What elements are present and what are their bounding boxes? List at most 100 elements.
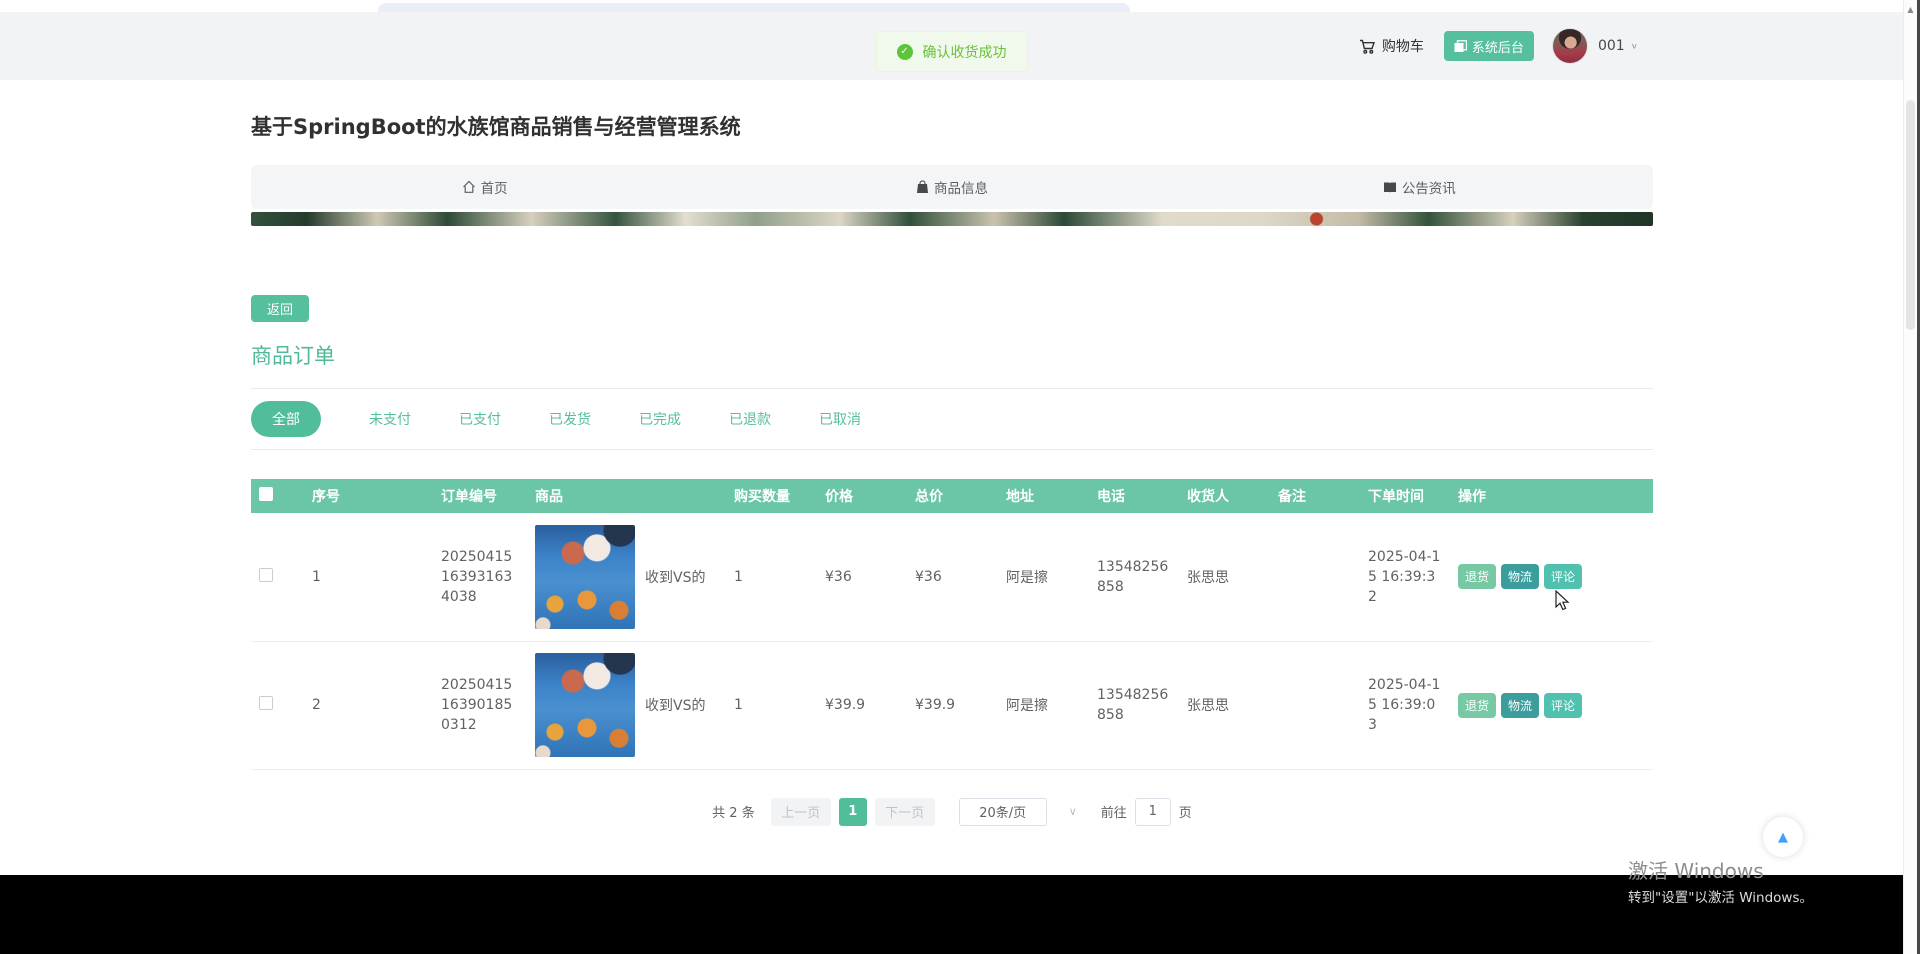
browser-tab-hint [378,3,1130,12]
cell-quantity: 1 [726,513,817,641]
chevron-down-icon[interactable]: ∨ [1069,805,1077,818]
check-circle-icon: ✓ [897,44,913,60]
col-header-price: 价格 [817,479,907,513]
tab-refunded[interactable]: 已退款 [729,409,771,429]
comment-button[interactable]: 评论 [1544,693,1582,718]
select-all-checkbox[interactable] [259,487,273,501]
orders-table: 序号 订单编号 商品 购买数量 价格 总价 地址 电话 收货人 备注 下单时间 … [251,479,1653,770]
col-header-order-no: 订单编号 [433,479,527,513]
nav-item-label: 商品信息 [934,177,988,197]
windows-watermark-line1: 激活 Windows [1628,855,1764,884]
comment-button[interactable]: 评论 [1544,564,1582,589]
tab-all[interactable]: 全部 [251,401,321,437]
mouse-cursor [1552,590,1572,612]
prev-page-button[interactable]: 上一页 [771,798,831,826]
divider [251,449,1653,450]
cell-order-no: 20250415163931634038 [433,513,527,641]
tab-unpaid[interactable]: 未支付 [369,409,411,429]
user-menu[interactable]: 001 ∨ [1598,38,1638,54]
cell-index: 1 [304,513,433,641]
cart-button[interactable]: 购物车 [1359,36,1424,56]
logistics-button[interactable]: 物流 [1501,564,1539,589]
table-row: 1 20250415163931634038 收到VS的 1 ¥36 ¥36 阿… [251,513,1653,641]
scrollbar[interactable]: ▲ [1903,0,1917,954]
cell-receiver: 张思思 [1179,513,1270,641]
cell-receiver: 张思思 [1179,641,1270,769]
logistics-button[interactable]: 物流 [1501,693,1539,718]
nav-item-label: 公告资讯 [1402,177,1456,197]
username: 001 [1598,38,1625,54]
return-goods-button[interactable]: 退货 [1458,564,1496,589]
cell-phone: 13548256858 [1089,641,1179,769]
toast-message: 确认收货成功 [923,42,1007,62]
chevron-down-icon: ∨ [1631,42,1638,51]
scrollbar-thumb[interactable] [1906,100,1915,330]
nav-item-news[interactable]: 公告资讯 [1186,177,1653,197]
home-icon [462,180,476,194]
cart-label: 购物车 [1382,36,1424,56]
table-header-row: 序号 订单编号 商品 购买数量 价格 总价 地址 电话 收货人 备注 下单时间 … [251,479,1653,513]
cell-quantity: 1 [726,641,817,769]
goto-label: 前往 [1101,802,1127,821]
cell-remark [1270,513,1360,641]
page-number-1[interactable]: 1 [839,798,867,826]
cart-icon [1359,38,1376,55]
product-image [535,653,635,757]
col-header-remark: 备注 [1270,479,1360,513]
banner-image [251,212,1653,226]
header-bar: ✓ 确认收货成功 购物车 系统后台 001 [0,12,1903,80]
system-backend-label: 系统后台 [1472,37,1524,56]
col-header-product: 商品 [527,479,726,513]
col-header-index: 序号 [304,479,433,513]
system-backend-button[interactable]: 系统后台 [1444,31,1534,61]
col-header-total: 总价 [907,479,998,513]
page-size-select[interactable]: 20条/页 [959,798,1047,826]
order-status-tabs: 全部 未支付 已支付 已发货 已完成 已退款 已取消 [251,389,1653,449]
success-toast: ✓ 确认收货成功 [876,31,1028,72]
news-icon [1383,181,1397,194]
tab-paid[interactable]: 已支付 [459,409,501,429]
section-title: 商品订单 [251,343,1653,369]
row-checkbox[interactable] [259,568,273,582]
tab-completed[interactable]: 已完成 [639,409,681,429]
main-nav: 首页 商品信息 公告资讯 [251,165,1653,209]
col-header-phone: 电话 [1089,479,1179,513]
cell-price: ¥36 [817,513,907,641]
scrollbar-up-icon[interactable]: ▲ [1904,0,1917,14]
goto-page-input[interactable] [1135,798,1171,826]
col-header-actions: 操作 [1450,479,1653,513]
nav-item-home[interactable]: 首页 [251,177,718,197]
page-unit-label: 页 [1179,802,1192,821]
back-button[interactable]: 返回 [251,295,309,322]
cell-price: ¥39.9 [817,641,907,769]
row-checkbox[interactable] [259,696,273,710]
col-header-time: 下单时间 [1360,479,1450,513]
cell-product: 收到VS的 [527,641,726,769]
tab-shipped[interactable]: 已发货 [549,409,591,429]
user-avatar[interactable] [1552,28,1588,64]
nav-item-goods[interactable]: 商品信息 [718,177,1185,197]
next-page-button[interactable]: 下一页 [875,798,935,826]
screen: ✓ 确认收货成功 购物车 系统后台 001 [0,0,1920,954]
cell-remark [1270,641,1360,769]
cell-order-no: 20250415163901850312 [433,641,527,769]
cell-total: ¥36 [907,513,998,641]
pagination: 共 2 条 上一页 1 下一页 20条/页 ∨ 前往 页 [251,798,1653,826]
nav-item-label: 首页 [481,177,508,197]
cell-actions: 退货物流评论 [1450,513,1653,641]
cell-index: 2 [304,641,433,769]
return-goods-button[interactable]: 退货 [1458,693,1496,718]
tab-cancelled[interactable]: 已取消 [819,409,861,429]
cell-actions: 退货物流评论 [1450,641,1653,769]
windows-watermark-line2: 转到"设置"以激活 Windows。 [1628,886,1813,906]
arrow-up-icon: ▲ [1778,830,1788,845]
cell-address: 阿是擦 [998,641,1089,769]
cell-order-time: 2025-04-15 16:39:03 [1360,641,1450,769]
page-footer [0,875,1903,954]
cell-phone: 13548256858 [1089,513,1179,641]
goods-icon [916,180,929,194]
browser-strip [0,0,1920,12]
product-name: 收到VS的 [645,567,705,587]
header-actions: 购物车 系统后台 001 ∨ [1359,12,1638,80]
back-to-top-button[interactable]: ▲ [1763,817,1803,857]
